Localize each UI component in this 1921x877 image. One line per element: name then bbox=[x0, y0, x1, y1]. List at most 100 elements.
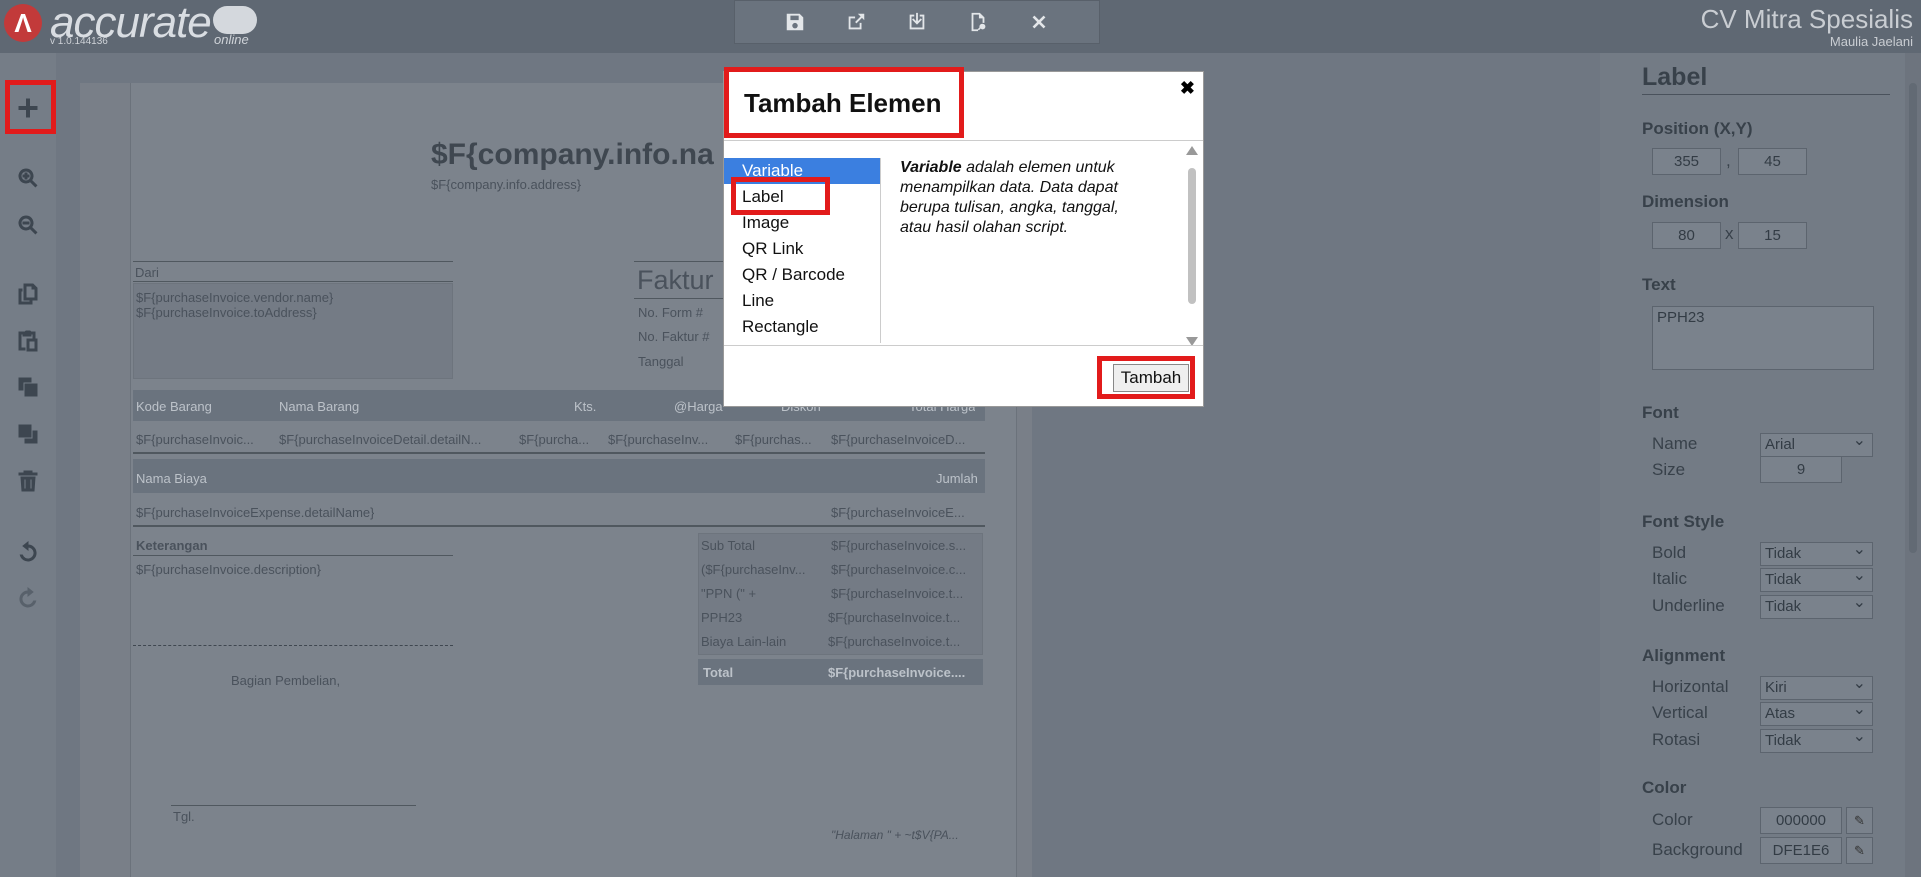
export-icon[interactable] bbox=[841, 7, 871, 37]
top-bar: Λ accurate v 1.0.144136 online CV Mitra … bbox=[0, 0, 1921, 53]
tambah-button[interactable]: Tambah bbox=[1113, 364, 1189, 392]
rotasi-select[interactable]: Tidak bbox=[1760, 726, 1873, 753]
total-label[interactable]: Total bbox=[703, 665, 733, 680]
ppn-field[interactable]: $F{purchaseInvoice.t... bbox=[831, 586, 981, 601]
vendor-field[interactable]: $F{purchaseInvoice.vendor.name} bbox=[136, 290, 333, 305]
sub-total-label[interactable]: Sub Total bbox=[701, 538, 755, 553]
row-kode-field[interactable]: $F{purchaseInvoic... bbox=[136, 432, 266, 447]
paste-icon[interactable] bbox=[10, 323, 46, 359]
company-address-field[interactable]: $F{company.info.address} bbox=[431, 177, 581, 192]
tambah-elemen-dialog: Tambah Elemen ✖ Variable Label Image QR … bbox=[723, 71, 1204, 407]
bagian-pembelian-label[interactable]: Bagian Pembelian, bbox=[231, 673, 340, 688]
total-field[interactable]: $F{purchaseInvoice.... bbox=[828, 665, 981, 680]
italic-label: Italic bbox=[1652, 569, 1687, 588]
sub-total-field[interactable]: $F{purchaseInvoice.s... bbox=[831, 538, 981, 553]
dialog-title: Tambah Elemen bbox=[744, 88, 942, 118]
bold-label: Bold bbox=[1652, 543, 1687, 562]
expense-name-field[interactable]: $F{purchaseInvoiceExpense.detailName} bbox=[136, 505, 374, 520]
tanggal-label[interactable]: Tanggal bbox=[638, 354, 684, 369]
row-diskon-field[interactable]: $F{purchas... bbox=[735, 432, 825, 447]
pos-x-input[interactable]: 355 bbox=[1652, 148, 1721, 175]
font-name-select[interactable]: Arial bbox=[1760, 430, 1873, 457]
to-address-field[interactable]: $F{purchaseInvoice.toAddress} bbox=[136, 305, 317, 320]
dari-label[interactable]: Dari bbox=[135, 265, 159, 280]
jumlah-label[interactable]: Jumlah bbox=[936, 471, 978, 486]
vertical-label: Vertical bbox=[1652, 703, 1708, 722]
biaya-lain-field[interactable]: $F{purchaseInvoice.t... bbox=[828, 634, 981, 649]
expense-amount-field[interactable]: $F{purchaseInvoiceE... bbox=[831, 505, 983, 520]
description-scrollbar[interactable] bbox=[1183, 146, 1201, 346]
font-size-label: Size bbox=[1652, 460, 1686, 479]
pph-field[interactable]: $F{purchaseInvoice.t... bbox=[828, 610, 981, 625]
bold-select[interactable]: Tidak bbox=[1760, 539, 1873, 566]
col-kode-barang[interactable]: Kode Barang bbox=[136, 399, 212, 414]
keterangan-label[interactable]: Keterangan bbox=[136, 538, 208, 553]
preview-icon[interactable] bbox=[963, 7, 993, 37]
tgl-label[interactable]: Tgl. bbox=[173, 809, 195, 824]
undo-icon[interactable] bbox=[10, 535, 46, 571]
col-kts[interactable]: Kts. bbox=[574, 399, 596, 414]
rotasi-label: Rotasi bbox=[1652, 730, 1701, 749]
no-faktur-label[interactable]: No. Faktur # bbox=[638, 329, 710, 344]
save-icon[interactable] bbox=[780, 7, 810, 37]
nama-biaya-label[interactable]: Nama Biaya bbox=[136, 471, 207, 486]
send-back-icon[interactable] bbox=[10, 416, 46, 452]
delete-icon[interactable] bbox=[10, 463, 46, 499]
biaya-lain-label[interactable]: Biaya Lain-lain bbox=[701, 634, 786, 649]
row-harga-field[interactable]: $F{purchaseInv... bbox=[608, 432, 728, 447]
dim-h-input[interactable]: 15 bbox=[1738, 222, 1807, 249]
alignment-label: Alignment bbox=[1642, 646, 1726, 665]
zoom-out-icon[interactable] bbox=[10, 207, 46, 243]
copy-icon[interactable] bbox=[10, 276, 46, 312]
background-input[interactable]: DFE1E6 bbox=[1760, 837, 1842, 864]
color-input[interactable]: 000000 bbox=[1760, 807, 1842, 834]
horizontal-select[interactable]: Kiri bbox=[1760, 673, 1873, 700]
italic-select[interactable]: Tidak bbox=[1760, 565, 1873, 592]
row-nama-field[interactable]: $F{purchaseInvoiceDetail.detailN... bbox=[279, 432, 514, 447]
background-picker-icon[interactable]: ✎ bbox=[1846, 837, 1873, 864]
dim-w-input[interactable]: 80 bbox=[1652, 222, 1721, 249]
element-description: Variable adalah elemen untuk menampilkan… bbox=[900, 158, 1150, 238]
diskon-field[interactable]: $F{purchaseInvoice.c... bbox=[831, 562, 981, 577]
position-label: Position (X,Y) bbox=[1642, 119, 1753, 138]
pos-y-input[interactable]: 45 bbox=[1738, 148, 1807, 175]
diskon-label[interactable]: ($F{purchaseInv... bbox=[701, 562, 826, 577]
font-size-input[interactable]: 9 bbox=[1760, 456, 1842, 483]
close-icon[interactable]: ✖ bbox=[1180, 78, 1195, 99]
text-input[interactable]: PPH23 bbox=[1652, 306, 1874, 370]
description-field[interactable]: $F{purchaseInvoice.description} bbox=[136, 562, 321, 577]
list-item-label[interactable]: Label bbox=[724, 184, 880, 210]
ppn-label[interactable]: "PPN (" + bbox=[701, 586, 756, 601]
halaman-field[interactable]: "Halaman " + ~t$V{PA... bbox=[831, 828, 959, 842]
col-harga[interactable]: @Harga bbox=[674, 399, 723, 414]
list-item-qr-link[interactable]: QR Link bbox=[724, 236, 880, 262]
col-nama-barang[interactable]: Nama Barang bbox=[279, 399, 359, 414]
no-form-label[interactable]: No. Form # bbox=[638, 305, 703, 320]
redo-icon[interactable] bbox=[10, 581, 46, 617]
bring-front-icon[interactable] bbox=[10, 369, 46, 405]
import-icon[interactable] bbox=[902, 7, 932, 37]
panel-title: Label bbox=[1642, 63, 1708, 91]
list-item-variable[interactable]: Variable bbox=[724, 158, 880, 184]
underline-select[interactable]: Tidak bbox=[1760, 592, 1873, 619]
properties-panel: Label Position (X,Y) 355 , 45 Dimension … bbox=[1600, 53, 1905, 877]
list-item-line[interactable]: Line bbox=[724, 288, 880, 314]
vertical-select[interactable]: Atas bbox=[1760, 699, 1873, 726]
list-item-rectangle[interactable]: Rectangle bbox=[724, 314, 880, 340]
faktur-title[interactable]: Faktur bbox=[637, 265, 714, 296]
pos-sep: , bbox=[1726, 151, 1731, 170]
company-name: CV Mitra Spesialis bbox=[1700, 4, 1913, 34]
panel-right-scrollbar[interactable] bbox=[1905, 53, 1921, 877]
company-name-field[interactable]: $F{company.info.na bbox=[431, 138, 714, 172]
color-picker-icon[interactable]: ✎ bbox=[1846, 807, 1873, 834]
add-icon[interactable] bbox=[10, 90, 46, 126]
list-item-qr-barcode[interactable]: QR / Barcode bbox=[724, 262, 880, 288]
zoom-in-icon[interactable] bbox=[10, 160, 46, 196]
row-kts-field[interactable]: $F{purcha... bbox=[519, 432, 604, 447]
list-item-image[interactable]: Image bbox=[724, 210, 880, 236]
pph-label[interactable]: PPH23 bbox=[701, 610, 742, 625]
close-icon[interactable] bbox=[1024, 7, 1054, 37]
font-name-label: Name bbox=[1652, 434, 1698, 453]
row-total-field[interactable]: $F{purchaseInvoiceD... bbox=[831, 432, 983, 447]
version-text: v 1.0.144136 bbox=[50, 36, 108, 47]
